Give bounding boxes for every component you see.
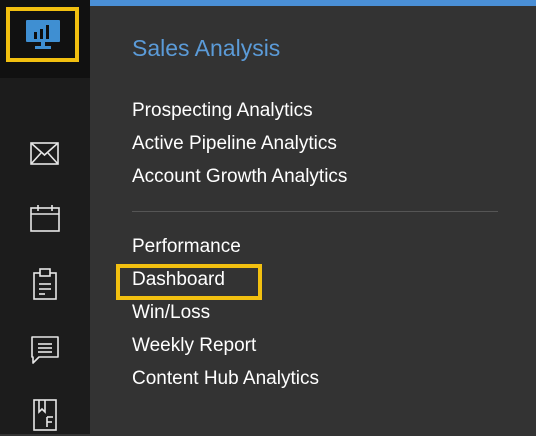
menu-item-account-growth-analytics[interactable]: Account Growth Analytics	[132, 164, 347, 190]
chat-button[interactable]	[0, 328, 90, 372]
menu-item-win-loss[interactable]: Win/Loss	[132, 300, 210, 326]
menu-divider	[132, 211, 498, 212]
analytics-dashboard-icon	[25, 19, 60, 49]
menu-item-weekly-report[interactable]: Weekly Report	[132, 333, 256, 359]
menu-item-content-hub-analytics[interactable]: Content Hub Analytics	[132, 366, 319, 392]
clipboard-button[interactable]	[0, 262, 90, 306]
calendar-icon	[30, 205, 60, 232]
chat-icon	[31, 336, 59, 364]
bookmark-icon	[33, 399, 57, 431]
menu-item-performance[interactable]: Performance	[132, 234, 241, 260]
panel-accent-bar	[90, 0, 536, 6]
analytics-button[interactable]	[6, 7, 79, 62]
menu-item-active-pipeline-analytics[interactable]: Active Pipeline Analytics	[132, 131, 337, 157]
calendar-button[interactable]	[0, 196, 90, 240]
menu-item-prospecting-analytics[interactable]: Prospecting Analytics	[132, 98, 313, 124]
clipboard-icon	[33, 268, 57, 300]
menu-item-dashboard[interactable]: Dashboard	[132, 267, 225, 293]
panel-title: Sales Analysis	[132, 35, 281, 61]
mail-button[interactable]	[0, 132, 90, 176]
mail-icon	[30, 142, 59, 165]
bookmark-button[interactable]	[0, 392, 90, 436]
